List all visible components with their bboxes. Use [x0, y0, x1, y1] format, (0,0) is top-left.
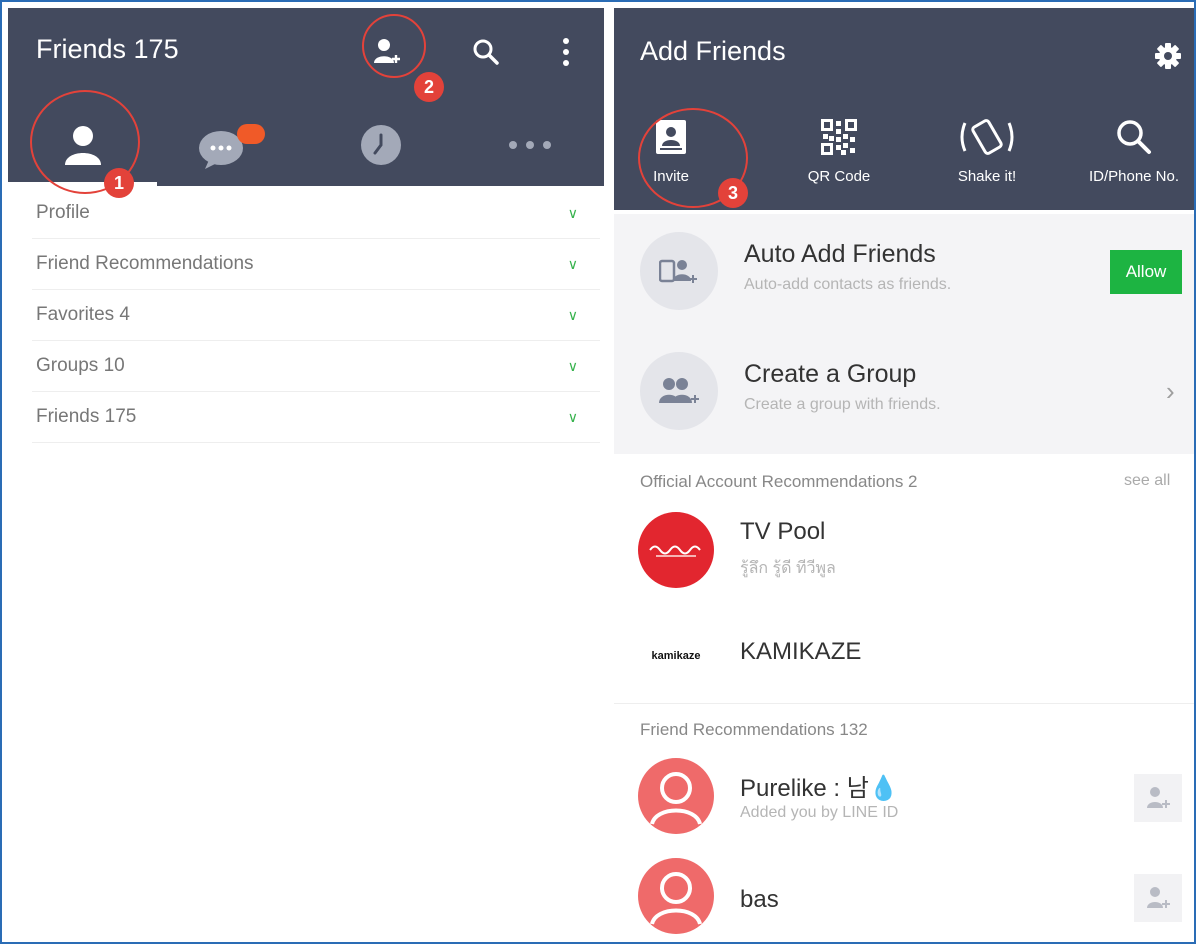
tv-pool-logo [638, 512, 714, 588]
list-item-label: Favorites 4 [36, 304, 130, 325]
add-friend-icon [1147, 887, 1170, 908]
auto-add-friends-row: Auto Add Friends Auto-add contacts as fr… [614, 214, 1196, 334]
action-label: ID/Phone No. [1088, 168, 1180, 185]
add-friend-button[interactable] [1134, 874, 1182, 922]
action-label: QR Code [807, 168, 871, 185]
auto-add-subtitle: Auto-add contacts as friends. [744, 276, 952, 293]
annotation-badge: 1 [104, 168, 134, 198]
create-group-row[interactable]: Create a Group Create a group with frien… [614, 334, 1196, 454]
list-item[interactable]: Groups 10 ∨ [32, 341, 600, 392]
chevron-right-icon: › [1166, 376, 1175, 406]
friend-subtitle: Added you by LINE ID [740, 804, 899, 821]
list-item[interactable]: Friend Recommendations ∨ [32, 239, 600, 290]
create-group-title: Create a Group [744, 360, 917, 388]
account-subtitle: รู้ลึก รู้ดี ทีวีพูล [740, 560, 836, 577]
chevron-down-icon: ∨ [567, 306, 578, 323]
annotation-badge: 3 [718, 178, 748, 208]
official-accounts-header: Official Account Recommendations 2 [640, 472, 918, 491]
account-name: KAMIKAZE [740, 638, 862, 665]
page-title: Add Friends [640, 36, 786, 66]
list-item-label: Friends 175 [36, 406, 137, 427]
see-all-link[interactable]: see all [1124, 472, 1170, 490]
page-title: Friends 175 [36, 34, 179, 64]
search-icon [1116, 112, 1152, 162]
friend-name: bas [740, 886, 779, 913]
action-label: Shake it! [957, 168, 1017, 185]
allow-button[interactable]: Allow [1110, 250, 1182, 294]
create-group-subtitle: Create a group with friends. [744, 396, 941, 413]
list-item-label: Friend Recommendations [36, 253, 254, 274]
list-item[interactable]: TV Pool รู้ลึก รู้ดี ทีวีพูล [614, 504, 1196, 614]
add-friend-icon [1147, 787, 1170, 808]
qr-code-icon [821, 112, 857, 162]
annotation-circle [362, 14, 426, 78]
add-friend-button[interactable] [1134, 774, 1182, 822]
more-tab-icon[interactable] [455, 112, 604, 178]
id-phone-search-button[interactable]: ID/Phone No. [1069, 112, 1196, 202]
account-name: TV Pool [740, 518, 826, 545]
chevron-down-icon: ∨ [567, 204, 578, 221]
timeline-tab-icon[interactable] [306, 112, 455, 178]
list-item[interactable]: Purelike : 남💧 Added you by LINE ID [614, 754, 1196, 844]
avatar [638, 758, 714, 834]
chevron-down-icon: ∨ [567, 408, 578, 425]
shake-phone-icon [957, 112, 1017, 162]
chats-tab-icon[interactable] [157, 112, 306, 178]
kamikaze-logo: kamikaze [638, 618, 714, 694]
create-group-icon [640, 352, 718, 430]
annotation-badge: 2 [414, 72, 444, 102]
friend-recommendations-header: Friend Recommendations 132 [640, 720, 868, 739]
avatar [638, 858, 714, 934]
more-vertical-icon[interactable] [554, 34, 578, 70]
qr-code-button[interactable]: QR Code [774, 112, 904, 202]
chevron-down-icon: ∨ [567, 357, 578, 374]
friend-name: Purelike : 남💧 [740, 775, 899, 802]
chevron-down-icon: ∨ [567, 255, 578, 272]
shake-it-button[interactable]: Shake it! [922, 112, 1052, 202]
list-item[interactable]: bas [614, 854, 1196, 944]
list-item[interactable]: Friends 175 ∨ [32, 392, 600, 443]
list-item[interactable]: Favorites 4 ∨ [32, 290, 600, 341]
auto-add-title: Auto Add Friends [744, 240, 936, 268]
gear-icon[interactable] [1152, 40, 1184, 72]
list-item-label: Groups 10 [36, 355, 125, 376]
friends-section-list: Profile ∨ Friend Recommendations ∨ Favor… [32, 188, 600, 443]
list-item[interactable]: kamikaze KAMIKAZE [614, 614, 1196, 704]
search-icon[interactable] [468, 34, 504, 70]
list-item-label: Profile [36, 202, 90, 223]
auto-add-contacts-icon [640, 232, 718, 310]
